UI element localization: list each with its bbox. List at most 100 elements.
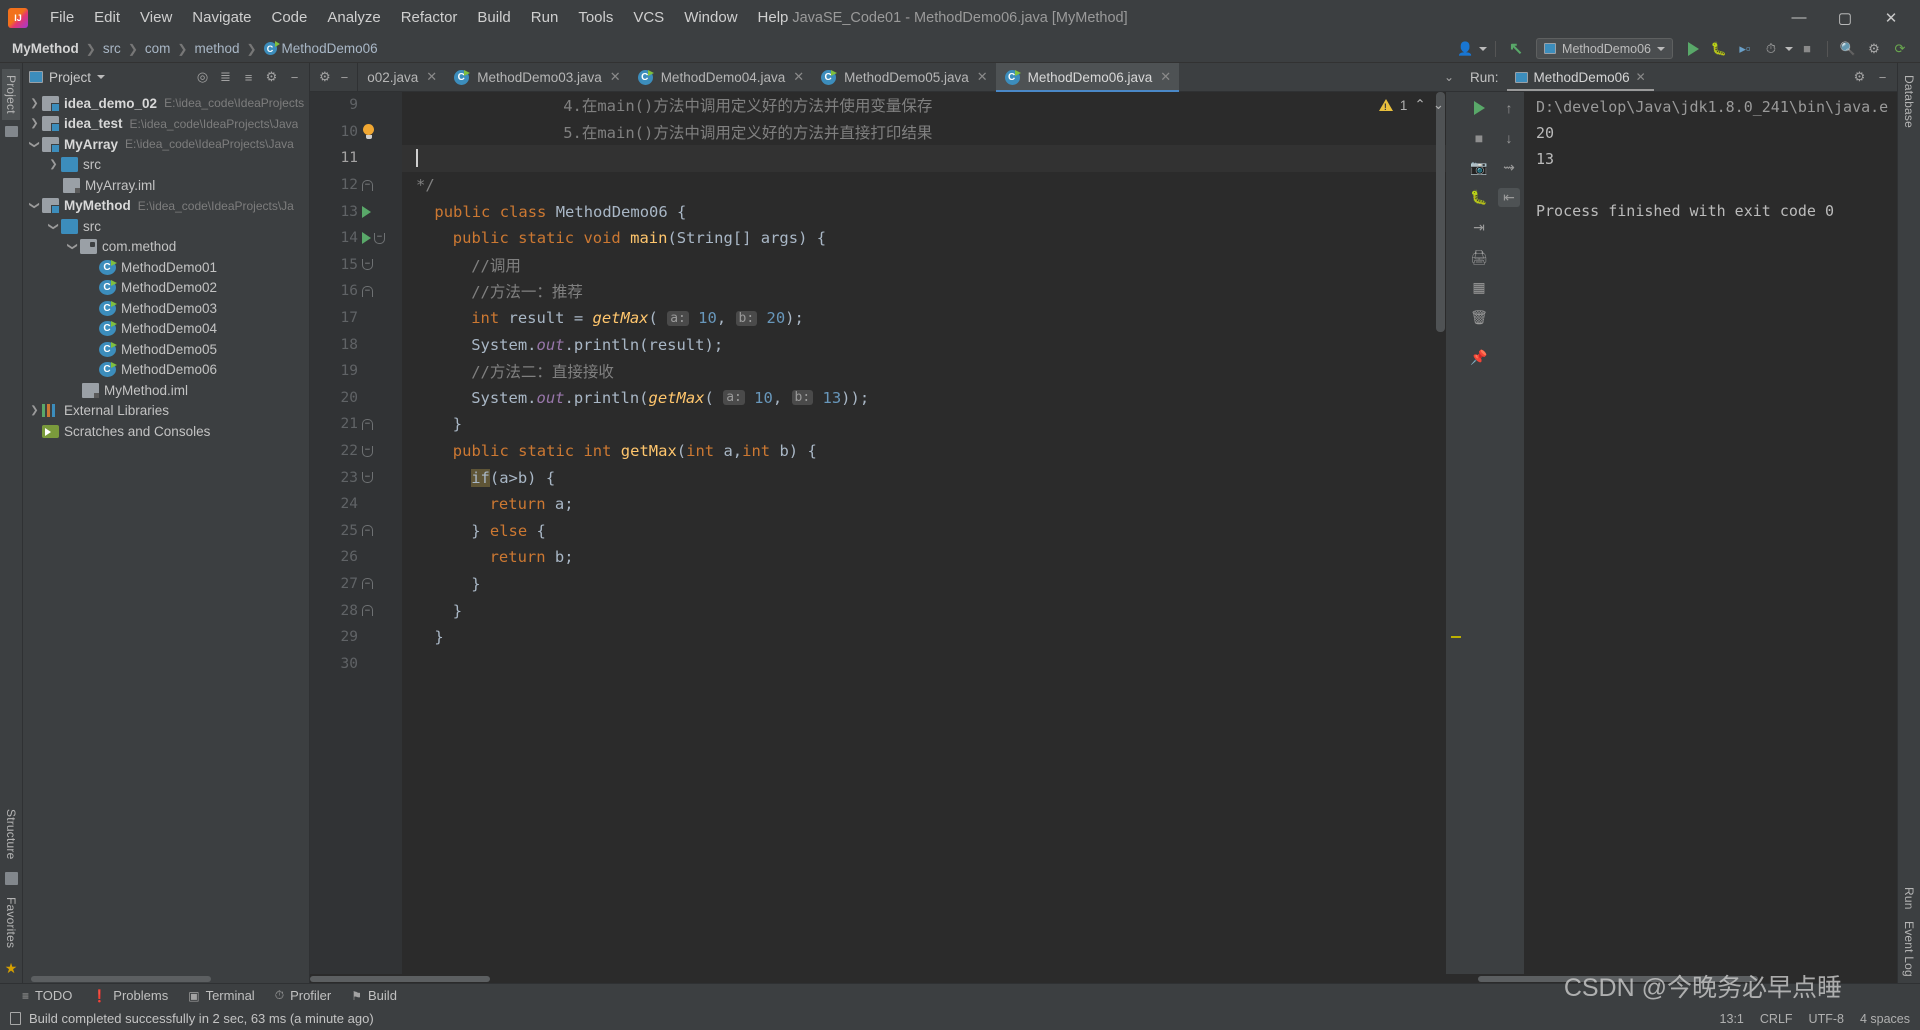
screenshot-icon[interactable]: 📷 — [1468, 158, 1490, 177]
scroll-to-end-icon[interactable]: ⇤ — [1498, 188, 1520, 207]
code-line[interactable]: System. out .println(result); — [402, 331, 1464, 358]
code-line[interactable]: } — [402, 571, 1464, 598]
tree-item[interactable]: MethodDemo01 — [23, 257, 309, 278]
code-line[interactable]: public static int getMax(int a, int b) { — [402, 438, 1464, 465]
editor-tab-methoddemo06-java[interactable]: MethodDemo06.java ✕ — [995, 63, 1180, 92]
breadcrumb-item-method[interactable]: method — [192, 41, 241, 56]
hide-icon[interactable]: − — [1874, 69, 1891, 86]
code-line[interactable]: System. out .println(getMax( a: 10, b: 13)… — [402, 385, 1464, 412]
chevron-down-icon[interactable] — [27, 200, 42, 211]
breadcrumb-item-mymethod[interactable]: MyMethod — [10, 41, 81, 56]
fold-region-icon[interactable]: − — [362, 525, 373, 537]
sidebar-item-database[interactable]: Database — [1900, 69, 1918, 134]
gutter-markers[interactable]: − — [358, 597, 402, 624]
bottom-tab-profiler[interactable]: ⏱ Profiler — [275, 988, 332, 1003]
sidebar-item-event-log[interactable]: Event Log — [1900, 915, 1918, 983]
menu-item-analyze[interactable]: Analyze — [317, 6, 390, 29]
scroll-up-icon[interactable]: ↑ — [1498, 98, 1520, 117]
gutter-markers[interactable]: − — [358, 464, 402, 491]
fold-region-icon[interactable]: − — [362, 259, 373, 271]
console-output[interactable]: D:\develop\Java\jdk1.8.0_241\bin\java.e 2… — [1524, 92, 1897, 974]
gutter-markers[interactable] — [358, 198, 402, 225]
gutter-markers[interactable] — [358, 119, 402, 146]
code-line[interactable]: return a; — [402, 491, 1464, 518]
chevron-down-icon[interactable] — [97, 75, 106, 79]
run-button[interactable] — [1681, 38, 1705, 60]
chevron-right-icon[interactable] — [27, 405, 42, 416]
scroll-down-icon[interactable]: ↓ — [1498, 128, 1520, 147]
gutter-markers[interactable]: − — [358, 172, 402, 199]
settings-icon[interactable]: ⚙ — [263, 69, 280, 86]
sidebar-item-structure[interactable]: Structure — [2, 803, 20, 866]
debug-button[interactable]: 🐛 — [1707, 38, 1731, 60]
code-line[interactable]: } else { — [402, 518, 1464, 545]
gutter-markers[interactable] — [358, 650, 402, 677]
hide-icon[interactable]: − — [341, 70, 349, 85]
indent-setting[interactable]: 4 spaces — [1860, 1012, 1910, 1026]
project-horizontal-scrollbar[interactable] — [23, 974, 309, 983]
gutter-markers[interactable]: − — [358, 571, 402, 598]
fold-region-icon[interactable]: − — [362, 179, 373, 191]
code-line[interactable]: //调用 — [402, 252, 1464, 279]
search-icon[interactable]: 🔍 — [1836, 38, 1860, 60]
close-icon[interactable]: ✕ — [426, 69, 437, 85]
chevron-right-icon[interactable] — [27, 98, 42, 109]
menu-item-window[interactable]: Window — [674, 6, 747, 29]
chevron-right-icon[interactable] — [46, 159, 61, 170]
code-line[interactable]: return b; — [402, 544, 1464, 571]
chevron-down-icon[interactable] — [1785, 46, 1793, 51]
code-line[interactable] — [402, 145, 1464, 172]
gutter-markers[interactable] — [358, 385, 402, 412]
debug-icon[interactable]: 🐛 — [1468, 188, 1490, 207]
gutter-markers[interactable] — [358, 544, 402, 571]
console-horizontal-scrollbar[interactable] — [1464, 974, 1897, 983]
close-icon[interactable]: ✕ — [977, 69, 988, 85]
editor-gutter[interactable]: 9 10 11 12−13 14−15−16−17 18 19 20 21−22−23−24 25… — [310, 92, 402, 974]
editor-tab-methoddemo03-java[interactable]: MethodDemo03.java ✕ — [445, 63, 628, 91]
menu-item-tools[interactable]: Tools — [568, 6, 623, 29]
locate-icon[interactable]: ◎ — [194, 69, 211, 86]
chevron-down-icon[interactable] — [46, 221, 61, 232]
fold-region-icon[interactable]: − — [362, 472, 373, 484]
file-encoding[interactable]: UTF-8 — [1809, 1012, 1844, 1026]
print-icon[interactable]: 🖨 — [1468, 248, 1490, 267]
profile-button[interactable]: ⏱ — [1759, 38, 1783, 60]
chevron-down-icon[interactable] — [1479, 46, 1488, 51]
tree-item[interactable]: External Libraries — [23, 401, 309, 422]
code-line[interactable]: public class MethodDemo06 { — [402, 198, 1464, 225]
minimize-button[interactable]: — — [1776, 1, 1822, 35]
settings-icon[interactable]: ⚙ — [1851, 69, 1868, 86]
code-area[interactable]: 4.在main()方法中调用定义好的方法并使用变量保存 5.在main()方法中调… — [402, 92, 1464, 974]
code-line[interactable]: 5.在main()方法中调用定义好的方法并直接打印结果 — [402, 119, 1464, 146]
code-line[interactable]: */ — [402, 172, 1464, 199]
gutter-markers[interactable]: − — [358, 225, 402, 252]
collapse-all-icon[interactable]: ≡ — [240, 69, 257, 86]
menu-item-run[interactable]: Run — [521, 6, 569, 29]
bottom-tab-problems[interactable]: ❗ Problems — [92, 988, 168, 1003]
tree-item[interactable]: com.method — [23, 237, 309, 258]
menu-item-build[interactable]: Build — [467, 6, 520, 29]
stop-button[interactable]: ■ — [1795, 38, 1819, 60]
gutter-markers[interactable]: − — [358, 518, 402, 545]
code-line[interactable]: 4.在main()方法中调用定义好的方法并使用变量保存 — [402, 92, 1464, 119]
updates-icon[interactable]: ⟳ — [1888, 38, 1912, 60]
user-icon[interactable]: 👤 — [1453, 38, 1477, 60]
line-separator[interactable]: CRLF — [1760, 1012, 1793, 1026]
stop-icon[interactable]: ■ — [1468, 128, 1490, 147]
editor-tab-methoddemo04-java[interactable]: MethodDemo04.java ✕ — [629, 63, 812, 91]
sidebar-item-favorites[interactable]: Favorites — [2, 891, 20, 954]
close-icon[interactable]: ✕ — [610, 69, 621, 85]
tree-item[interactable]: src — [23, 155, 309, 176]
editor-vertical-scrollbar[interactable] — [1436, 92, 1445, 974]
tree-item[interactable]: MethodDemo05 — [23, 339, 309, 360]
code-line[interactable]: int result = getMax( a: 10, b: 20); — [402, 305, 1464, 332]
tree-item[interactable]: MyMethod E:\idea_code\IdeaProjects\Ja — [23, 196, 309, 217]
favorites-star-icon[interactable]: ★ — [5, 960, 18, 977]
close-icon[interactable]: ✕ — [1160, 69, 1171, 85]
gutter-markers[interactable]: − — [358, 278, 402, 305]
menu-item-navigate[interactable]: Navigate — [182, 6, 261, 29]
tree-item[interactable]: MyArray.iml — [23, 175, 309, 196]
soft-wrap-icon[interactable]: ⇝ — [1498, 158, 1520, 177]
pin-icon[interactable]: 📌 — [1468, 348, 1490, 367]
prev-problem-icon[interactable]: ⌃ — [1414, 97, 1425, 113]
